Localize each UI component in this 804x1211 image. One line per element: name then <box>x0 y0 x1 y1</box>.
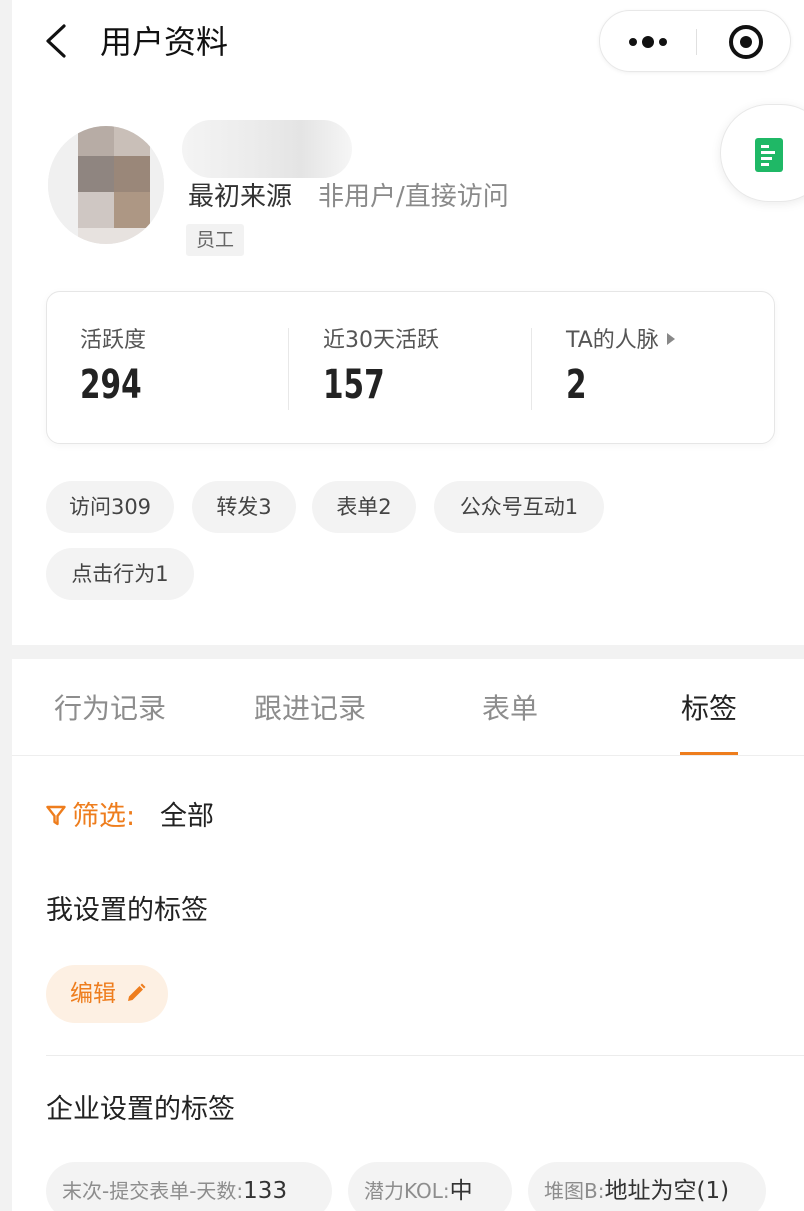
stat-value: 2 <box>566 362 587 408</box>
stat-label: TA的人脉 <box>566 326 675 356</box>
role-badge: 员工 <box>186 224 245 256</box>
tab-followup-records[interactable]: 跟进记录 <box>254 689 366 729</box>
close-mini-program-button[interactable] <box>697 11 792 73</box>
corp-tag-key: 潜力KOL: <box>364 1179 450 1203</box>
stat-value: 157 <box>323 362 385 408</box>
corp-tag-value: 地址为空(1) <box>604 1178 730 1204</box>
pencil-icon <box>128 983 146 1001</box>
edit-tags-button[interactable]: 编辑 <box>46 965 168 1023</box>
corp-tags-title: 企业设置的标签 <box>46 1094 235 1125</box>
chip-forms[interactable]: 表单2 <box>312 481 416 533</box>
filter-label: 筛选: <box>72 801 136 832</box>
triangle-right-icon <box>666 333 675 345</box>
stat-label: 活跃度 <box>80 328 147 353</box>
chip-visits[interactable]: 访问309 <box>46 481 174 533</box>
floating-document-button[interactable] <box>720 104 804 202</box>
corp-tag-value: 中 <box>449 1178 473 1204</box>
more-button[interactable] <box>600 11 696 73</box>
page-title: 用户资料 <box>100 23 229 61</box>
corp-tag: 潜力KOL:中 <box>348 1162 512 1211</box>
section-gap <box>0 645 804 659</box>
tab-behavior-records[interactable]: 行为记录 <box>54 689 166 729</box>
filter-value: 全部 <box>160 801 214 832</box>
user-profile-page: 用户资料 最初来源 非用户/直接访问 员工 活跃度 294 近30天活跃 157… <box>0 0 804 1211</box>
active-tab-indicator <box>680 752 738 755</box>
nav-bar: 用户资料 <box>12 0 804 86</box>
origin-value: 非用户/直接访问 <box>318 182 509 212</box>
close-mini-program-icon <box>729 25 763 59</box>
stat-divider <box>288 328 289 410</box>
stat-divider <box>531 328 532 410</box>
corp-tag: 堆图B:地址为空(1) <box>528 1162 766 1211</box>
corp-tag-key: 末次-提交表单-天数: <box>62 1179 244 1203</box>
chip-shares[interactable]: 转发3 <box>192 481 296 533</box>
my-tags-title: 我设置的标签 <box>46 895 208 926</box>
stat-label: 近30天活跃 <box>323 328 439 353</box>
corp-tag-key: 堆图B: <box>544 1179 605 1203</box>
filter-icon <box>46 805 66 826</box>
avatar <box>48 126 164 244</box>
tab-bar: 行为记录 跟进记录 表单 标签 <box>12 659 804 756</box>
mini-program-capsule <box>599 10 791 72</box>
back-icon <box>46 24 66 58</box>
avatar-image <box>48 126 164 244</box>
tab-tags[interactable]: 标签 <box>681 689 737 729</box>
back-button[interactable] <box>40 18 80 64</box>
stat-value: 294 <box>80 362 142 408</box>
document-icon <box>755 138 783 172</box>
more-icon <box>629 36 667 48</box>
corp-tag-value: 133 <box>243 1178 288 1204</box>
stats-card: 活跃度 294 近30天活跃 157 TA的人脉 2 <box>46 291 775 444</box>
corp-tag: 末次-提交表单-天数:133 <box>46 1162 332 1211</box>
tab-forms[interactable]: 表单 <box>482 689 538 729</box>
edit-label: 编辑 <box>70 981 116 1007</box>
user-name-blurred <box>182 120 352 178</box>
chip-clicks[interactable]: 点击行为1 <box>46 548 194 600</box>
divider <box>46 1055 804 1056</box>
chip-official-account[interactable]: 公众号互动1 <box>434 481 604 533</box>
origin-label: 最初来源 <box>188 182 293 212</box>
